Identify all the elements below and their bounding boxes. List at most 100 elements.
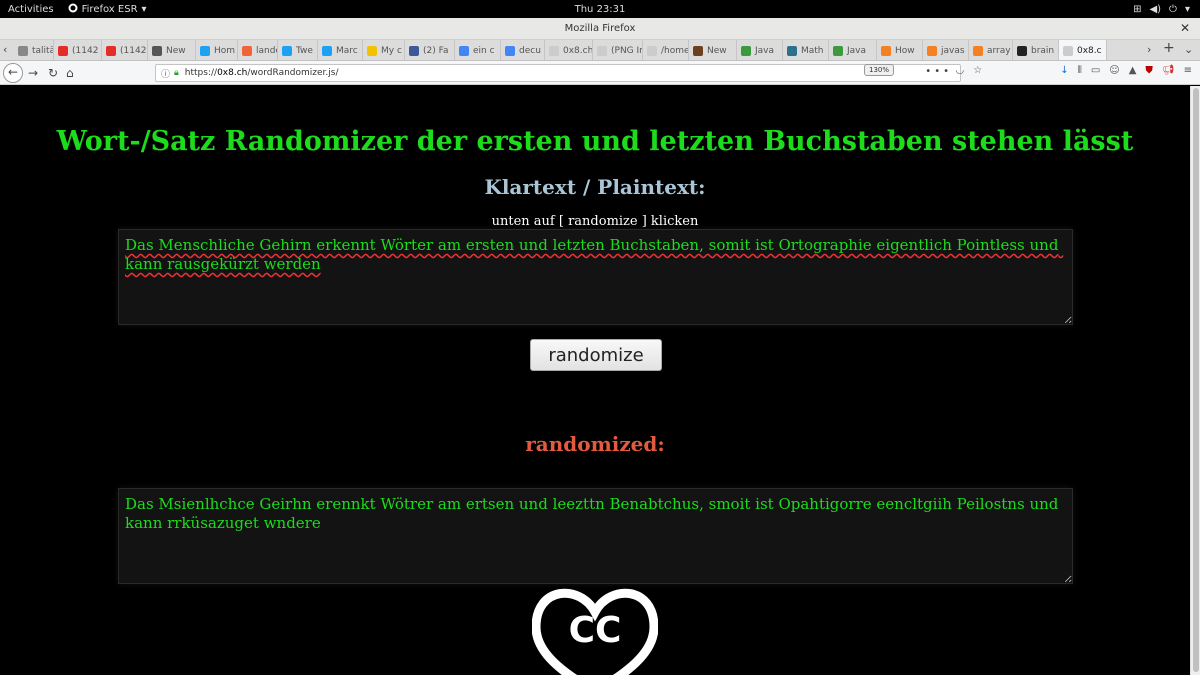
tab-label: decu (519, 45, 541, 56)
navigation-toolbar: ← → ↻ ⌂ ⓘ 🔒︎ https://0x8.ch/wordRandomiz… (0, 61, 1200, 85)
tab-favicon-icon (106, 45, 116, 56)
tab-favicon-icon (833, 45, 843, 56)
tab-favicon-icon (242, 45, 252, 56)
tab[interactable]: (1142 (54, 40, 102, 60)
pocket-icon[interactable]: ◡ (956, 65, 965, 76)
menu-icon[interactable]: ≡ (1184, 65, 1192, 76)
scroll-tabs-left-icon[interactable]: ‹ (3, 43, 7, 56)
logo-text: CC (569, 610, 622, 651)
tab[interactable]: Marc (318, 40, 363, 60)
tab[interactable]: Hom (196, 40, 238, 60)
tab-favicon-icon (200, 45, 210, 56)
new-tab-button[interactable]: + (1163, 40, 1175, 56)
url-domain: 0x8.ch (217, 68, 248, 78)
chevron-down-icon: ▾ (1184, 3, 1190, 15)
tab[interactable]: (2) Fa (405, 40, 455, 60)
extension-megaphone-icon[interactable]: 📢︎ (1162, 65, 1175, 76)
url-text[interactable]: https://0x8.ch/wordRandomizer.js/ (185, 68, 339, 78)
info-icon[interactable]: ⓘ (161, 67, 170, 80)
creative-commons-heart-logo: CC (531, 582, 659, 675)
tab[interactable]: ein c (455, 40, 501, 60)
page-scrollbar[interactable] (1190, 86, 1200, 675)
close-window-button[interactable]: ✕ (1180, 21, 1190, 35)
back-button[interactable]: ← (3, 63, 23, 83)
tab[interactable]: Twe (278, 40, 318, 60)
forward-button[interactable]: → (28, 64, 38, 82)
tab-favicon-icon (927, 45, 937, 56)
randomized-heading: randomized: (525, 432, 665, 456)
tab-label: New (707, 45, 727, 56)
downloads-icon[interactable]: ↓ (1060, 65, 1068, 76)
lock-icon[interactable]: 🔒︎ (174, 68, 179, 78)
tab[interactable]: Java (737, 40, 783, 60)
tab[interactable]: decu (501, 40, 545, 60)
tab-favicon-icon (693, 45, 703, 56)
tab-label: 0x8.ch/ (563, 45, 593, 56)
tab-favicon-icon (881, 45, 891, 56)
tab-favicon-icon (58, 45, 68, 56)
window-title-bar: Mozilla Firefox ✕ (0, 18, 1200, 40)
app-menu[interactable]: Firefox ESR ▾ (68, 3, 147, 16)
page-content: Wort-/Satz Randomizer der ersten und let… (0, 86, 1190, 675)
tab[interactable]: (PNG Im (593, 40, 643, 60)
home-button[interactable]: ⌂ (66, 64, 74, 82)
activities-button[interactable]: Activities (8, 4, 54, 15)
page-actions-button[interactable]: ••• (925, 66, 952, 77)
tab[interactable]: My c (363, 40, 405, 60)
tab[interactable]: New (689, 40, 737, 60)
randomized-output[interactable] (118, 488, 1073, 584)
plaintext-heading: Klartext / Plaintext: (484, 175, 706, 199)
tab[interactable]: lande (238, 40, 278, 60)
tab-favicon-icon (367, 45, 377, 56)
tab-label: Marc (336, 45, 358, 56)
tab[interactable]: /home/ (643, 40, 689, 60)
tab-label: /home/ (661, 45, 689, 56)
tab-favicon-icon (1017, 45, 1027, 56)
bookmark-star-icon[interactable]: ☆ (973, 65, 982, 76)
tab-label: Math (801, 45, 824, 56)
library-icon[interactable]: ⫴ (1078, 65, 1082, 76)
ublock-icon[interactable]: ⛊ (1145, 65, 1153, 76)
system-tray[interactable]: ⊞ ◀) ⏻ ▾ (1133, 4, 1190, 15)
scrollbar-thumb[interactable] (1193, 88, 1199, 672)
tab-favicon-icon (597, 45, 607, 56)
tab-label: ein c (473, 45, 495, 56)
tab-label: brain (1031, 45, 1055, 56)
reload-button[interactable]: ↻ (48, 64, 58, 82)
tab[interactable]: How (877, 40, 923, 60)
tab[interactable]: New (148, 40, 196, 60)
tab[interactable]: javas (923, 40, 969, 60)
tab-favicon-icon (741, 45, 751, 56)
tab[interactable]: brain (1013, 40, 1059, 60)
tab[interactable]: (1142 (102, 40, 148, 60)
tab[interactable]: array (969, 40, 1013, 60)
tab-favicon-icon (549, 45, 559, 56)
tab[interactable]: 0x8.c ✕ (1059, 40, 1107, 60)
scroll-tabs-right-icon[interactable]: › (1147, 43, 1151, 56)
url-prefix: https:// (184, 68, 218, 78)
zoom-indicator[interactable]: 130% (864, 64, 895, 76)
clock[interactable]: Thu 23:31 (0, 4, 1200, 15)
tab[interactable]: 0x8.ch/ (545, 40, 593, 60)
extension-icon[interactable]: ▲ (1129, 65, 1137, 76)
plaintext-input[interactable] (118, 229, 1073, 325)
url-bar[interactable]: ⓘ 🔒︎ https://0x8.ch/wordRandomizer.js/ •… (155, 64, 961, 82)
account-icon[interactable]: ☺ (1109, 65, 1119, 76)
tab[interactable]: Java (829, 40, 877, 60)
instruction-text: unten auf [ randomize ] klicken (491, 214, 699, 229)
tab[interactable]: talitär (14, 40, 54, 60)
tab-label: My c (381, 45, 402, 56)
list-all-tabs-icon[interactable]: ⌄ (1184, 43, 1193, 56)
tab-label: How (895, 45, 915, 56)
tab-label: array (987, 45, 1011, 56)
close-tab-icon[interactable]: ✕ (1106, 45, 1107, 56)
tab-label: (1142 (120, 45, 147, 56)
volume-icon: ◀) (1149, 3, 1162, 15)
tab-favicon-icon (282, 45, 292, 56)
randomize-button[interactable]: randomize (530, 339, 662, 371)
sidebar-icon[interactable]: ▭ (1091, 65, 1100, 76)
tab[interactable]: Math (783, 40, 829, 60)
tab-favicon-icon (647, 45, 657, 56)
tab-favicon-icon (152, 45, 162, 56)
tab-label: (1142 (72, 45, 99, 56)
